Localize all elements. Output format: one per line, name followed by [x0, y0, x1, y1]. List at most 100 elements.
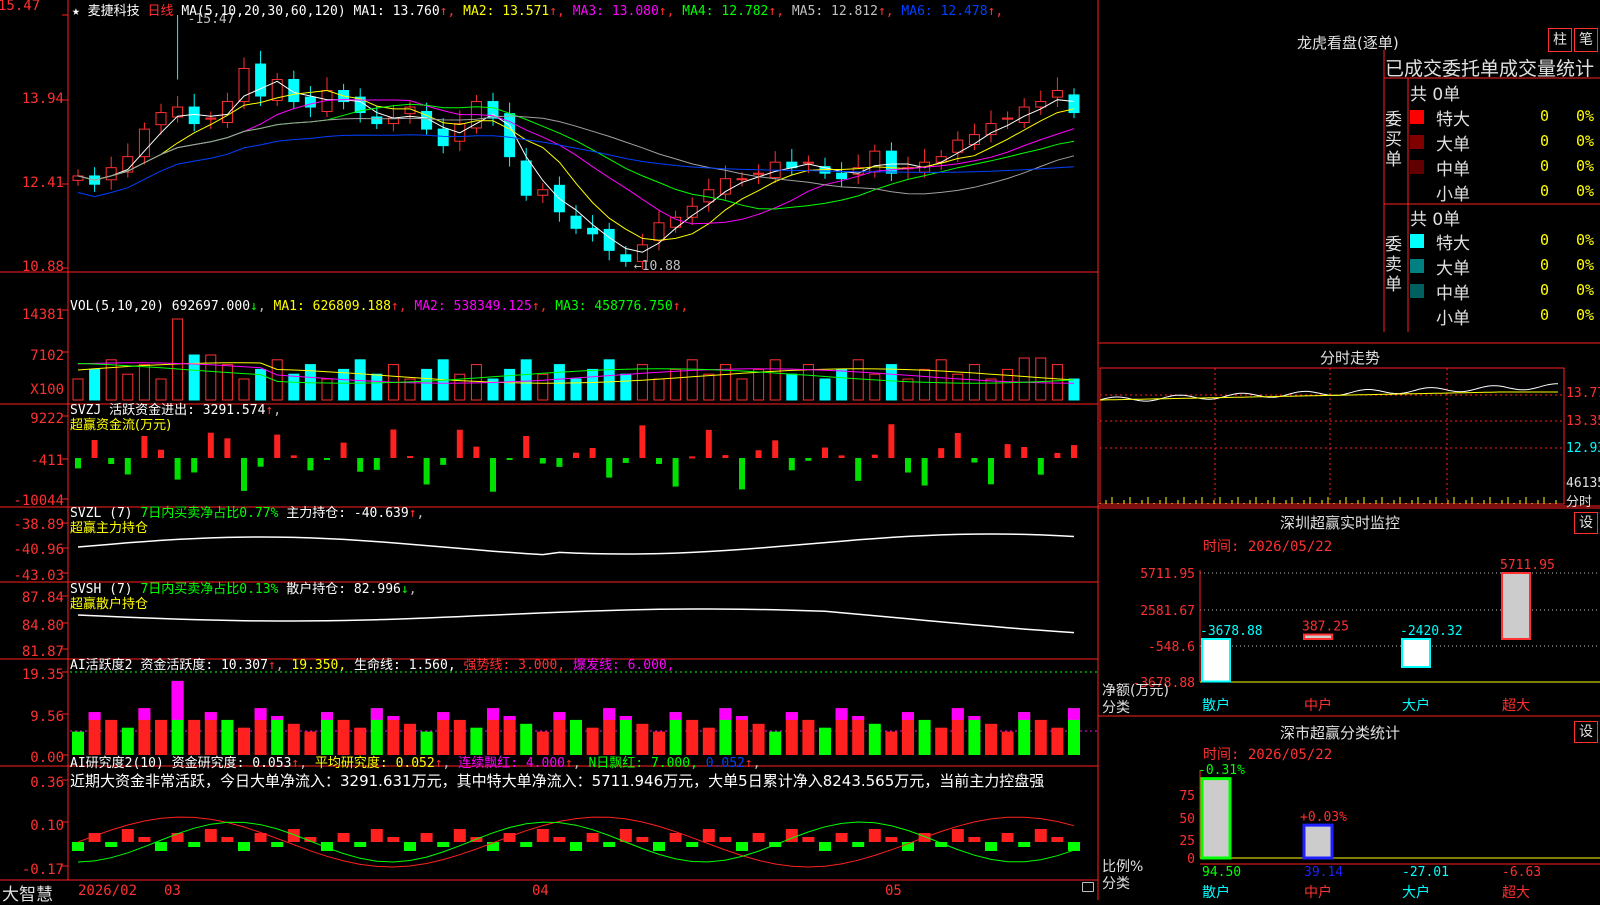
vol-bar-35 — [653, 378, 665, 401]
xaxis-label-may: 05 — [885, 883, 902, 899]
flow-bar-41 — [755, 450, 762, 458]
flow-bar-23 — [456, 429, 463, 458]
flow-bar-2 — [108, 458, 115, 464]
activity-bar-top-47 — [852, 716, 865, 720]
flow-bar-19 — [390, 429, 397, 458]
research-bar-23 — [453, 829, 466, 842]
flow-bar-47 — [855, 458, 862, 481]
sell-row-pct-1: 0% — [1576, 231, 1595, 249]
buy-row-pct-2: 0% — [1576, 132, 1595, 150]
flow-bar-9 — [224, 438, 231, 458]
sell-row-pct-2: 0% — [1576, 256, 1595, 274]
sell-side-label: 委卖单 — [1385, 235, 1402, 295]
flow-bar-20 — [407, 456, 413, 459]
research-bar-35 — [653, 842, 665, 851]
vol-bar-1 — [89, 368, 101, 401]
activity-bar-top-6 — [171, 680, 184, 720]
sell-row-count-4: 0 — [1540, 306, 1550, 324]
stroke-mode-button[interactable]: 笔 — [1574, 28, 1598, 52]
monitor-time: 时间: 2026/05/22 — [1203, 539, 1333, 555]
activity-bar-top-25 — [487, 708, 499, 720]
activity-bar-top-4 — [138, 708, 151, 720]
activity-bar-23 — [453, 719, 466, 755]
main-header: ★ 麦捷科技 日线 MA(5,10,20,30,60,120) MA1: 13.… — [72, 0, 1003, 19]
sell-swatch-3 — [1410, 284, 1424, 298]
research-bar-10 — [238, 842, 250, 851]
activity-bar-55 — [985, 723, 997, 755]
stats-cat-3: 超大 — [1502, 885, 1530, 900]
candle-body-5 — [155, 112, 167, 126]
buy-total: 共 0单 — [1410, 85, 1461, 105]
vol-bar-40 — [736, 378, 748, 401]
activity-bar-top-11 — [254, 708, 267, 720]
vol-bar-27 — [520, 359, 532, 401]
research-bar-27 — [520, 842, 533, 847]
sell-row-name-1: 特大 — [1436, 234, 1470, 254]
stats-settings-button[interactable]: 设 — [1574, 721, 1598, 743]
flow-bar-60 — [1071, 445, 1077, 458]
research-bar-54 — [968, 837, 981, 842]
svsh-tick-3: 81.87 — [21, 644, 64, 660]
research-bar-49 — [885, 837, 898, 842]
research-bar-2 — [105, 842, 118, 847]
svzl-tick-2: -40.96 — [13, 542, 64, 558]
research-bar-53 — [951, 829, 964, 842]
candle-body-59 — [1051, 90, 1063, 98]
ai2-tick-1: 0.36 — [30, 775, 64, 791]
buy-row-name-3: 中单 — [1436, 160, 1470, 180]
svzj-tick-1: 9222 — [30, 411, 64, 427]
vol-bar-3 — [122, 373, 134, 401]
candle-body-38 — [703, 189, 715, 203]
candle-body-8 — [205, 117, 217, 120]
vol-bar-8 — [205, 354, 217, 401]
lock-icon[interactable] — [1082, 882, 1094, 892]
flow-bar-18 — [373, 458, 380, 470]
bar-mode-button[interactable]: 柱 — [1548, 28, 1572, 52]
flow-bar-13 — [290, 455, 297, 458]
flow-bar-58 — [1037, 458, 1044, 475]
vol-bar-29 — [553, 364, 565, 401]
flow-bar-48 — [871, 454, 878, 458]
flow-bar-3 — [124, 458, 131, 475]
vol-bar-33 — [620, 373, 632, 401]
activity-bar-top-53 — [951, 708, 964, 720]
activity-bar-top-22 — [437, 712, 450, 720]
activity-bar-56 — [1001, 731, 1014, 755]
research-bar-46 — [835, 833, 848, 842]
xaxis-label-apr: 04 — [532, 883, 549, 899]
monitor-settings-button[interactable]: 设 — [1574, 512, 1598, 534]
sell-swatch-2 — [1410, 259, 1424, 273]
stats-cat-1: 中户 — [1304, 884, 1332, 900]
buy-row-pct-1: 0% — [1576, 107, 1595, 125]
stock-name[interactable]: 麦捷科技 — [88, 4, 140, 19]
activity-bar-20 — [404, 723, 416, 755]
vol-bar-58 — [1035, 357, 1047, 401]
svzj-subtitle: 超赢资金流(万元) — [70, 418, 172, 433]
intraday-tick-1: 13.77 — [1566, 386, 1600, 401]
research-bar-16 — [337, 833, 350, 842]
candle-body-48 — [869, 150, 881, 173]
research-bar-7 — [188, 842, 201, 847]
research-bar-41 — [752, 833, 765, 842]
research-bar-30 — [570, 842, 582, 851]
activity-bar-26 — [503, 716, 516, 755]
flow-bar-46 — [838, 455, 845, 458]
flow-bar-43 — [788, 458, 795, 471]
activity-bar-24 — [470, 727, 483, 755]
activity-bar-45 — [819, 727, 831, 755]
flow-bar-7 — [191, 458, 198, 473]
stats-cat-2: 大户 — [1402, 884, 1430, 900]
candle-body-52 — [935, 156, 947, 163]
activity-bar-top-33 — [619, 716, 632, 720]
vol-bar-15 — [321, 378, 333, 401]
vol-bar-31 — [587, 368, 599, 401]
vol-bar-21 — [421, 368, 433, 401]
intraday-avg-line — [1100, 391, 1558, 401]
flow-bar-42 — [772, 440, 779, 458]
activity-bar-top-40 — [736, 716, 748, 720]
period-label[interactable]: 日线 — [148, 4, 174, 19]
flow-bar-54 — [971, 458, 978, 463]
intraday-frame — [1099, 367, 1565, 505]
sell-row-count-2: 0 — [1540, 256, 1550, 274]
activity-bar-44 — [802, 719, 815, 755]
